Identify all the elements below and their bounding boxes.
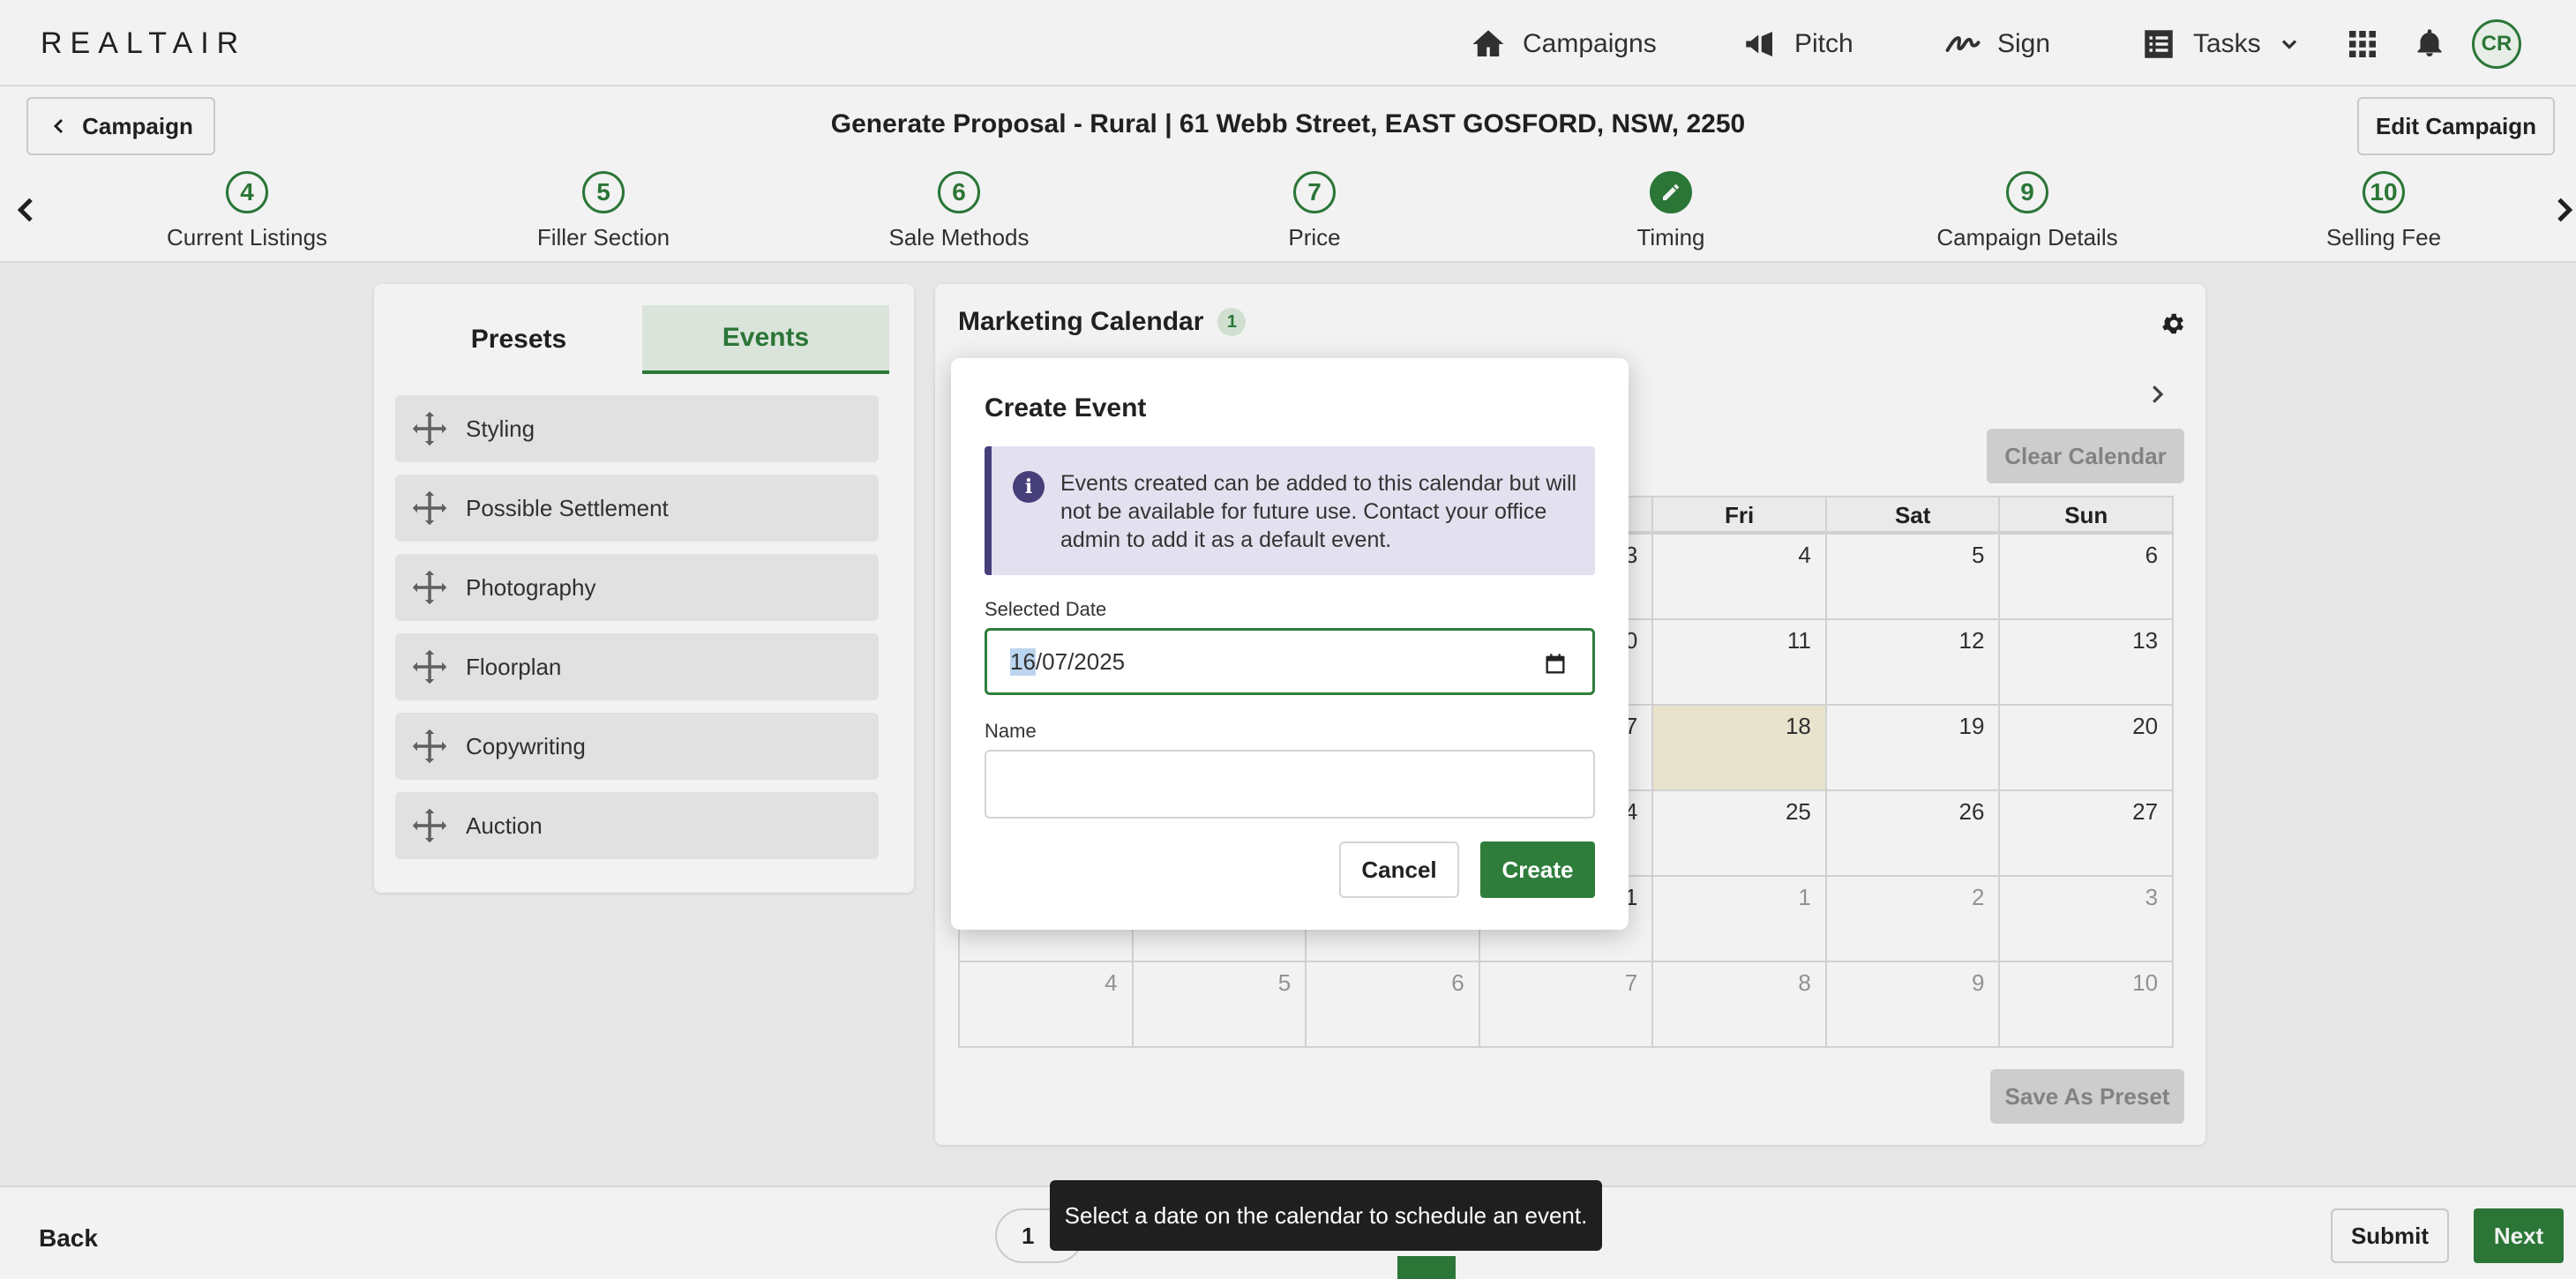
cancel-button[interactable]: Cancel: [1339, 841, 1459, 898]
toast-notification: Select a date on the calendar to schedul…: [1050, 1180, 1602, 1251]
selected-date-label: Selected Date: [985, 598, 1107, 620]
date-day-segment[interactable]: 16: [1010, 647, 1036, 676]
info-alert-text: Events created can be added to this cale…: [1060, 471, 1577, 552]
selected-date-input[interactable]: 16 /07/2025: [985, 628, 1595, 695]
create-button[interactable]: Create: [1480, 841, 1595, 898]
event-name-input[interactable]: [985, 750, 1595, 819]
info-alert: i Events created can be added to this ca…: [985, 446, 1595, 575]
info-icon: i: [1013, 471, 1045, 503]
name-label: Name: [985, 720, 1037, 742]
dialog-title: Create Event: [985, 393, 1147, 423]
calendar-icon[interactable]: [1543, 652, 1568, 677]
create-event-dialog: Create Event i Events created can be add…: [951, 358, 1629, 930]
date-month-year-segment[interactable]: /07/2025: [1036, 648, 1125, 676]
